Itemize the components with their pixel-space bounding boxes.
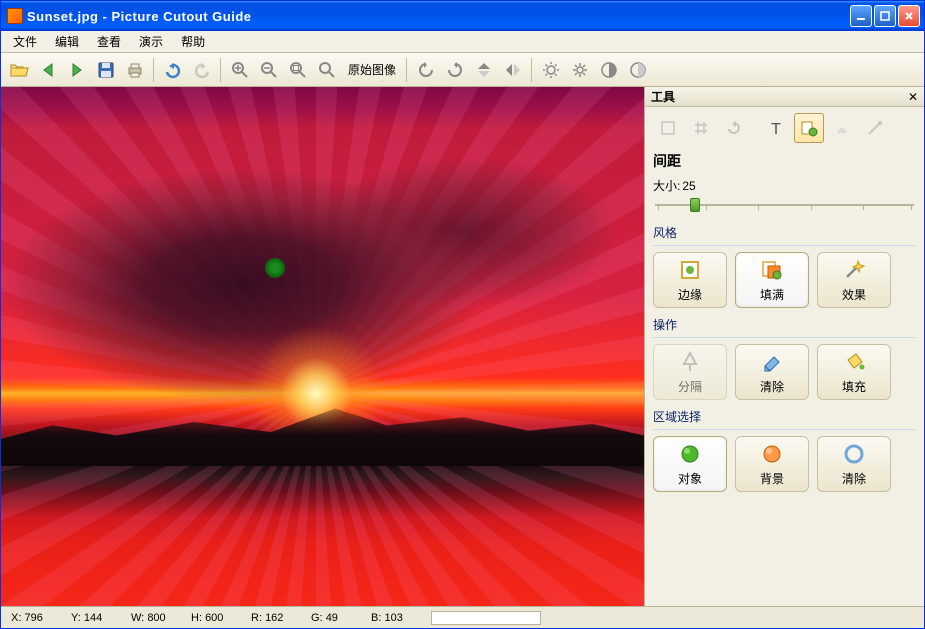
panel-toolbar: T — [653, 113, 916, 143]
titlebar: Sunset.jpg - Picture Cutout Guide — [1, 1, 924, 31]
style-group-label: 风格 — [653, 224, 916, 241]
style-edge-button[interactable]: 边缘 — [653, 252, 727, 308]
tool-crop-icon[interactable] — [653, 113, 683, 143]
toolbar: 原始图像 — [1, 53, 924, 87]
style-fill-label: 填满 — [760, 286, 784, 303]
panel-title-label: 工具 — [651, 88, 675, 105]
size-slider[interactable] — [653, 196, 916, 214]
status-progress — [431, 611, 541, 625]
tools-panel: 工具 ✕ T 间距 大小: 25 — [644, 87, 924, 606]
tool-undo-icon[interactable] — [719, 113, 749, 143]
style-edge-label: 边缘 — [678, 286, 702, 303]
op-clear-button[interactable]: 清除 — [735, 344, 809, 400]
op-clear-label: 清除 — [760, 378, 784, 395]
statusbar: X: 796 Y: 144 W: 800 H: 600 R: 162 G: 49… — [1, 606, 924, 628]
status-r: R: 162 — [241, 612, 301, 624]
menu-file[interactable]: 文件 — [5, 31, 45, 52]
object-icon — [678, 442, 702, 466]
contrast-half-button[interactable] — [624, 56, 652, 84]
rotate-ccw-button[interactable] — [412, 56, 440, 84]
app-icon — [7, 8, 23, 24]
size-row: 大小: 25 — [653, 177, 916, 194]
status-y: Y: 144 — [61, 612, 121, 624]
settings-button[interactable] — [566, 56, 594, 84]
svg-text:T: T — [771, 121, 781, 138]
flip-horizontal-button[interactable] — [499, 56, 527, 84]
zoom-fit-button[interactable] — [284, 56, 312, 84]
close-button[interactable] — [898, 5, 920, 27]
zoom-out-button[interactable] — [255, 56, 283, 84]
rotate-cw-button[interactable] — [441, 56, 469, 84]
region-background-button[interactable]: 背景 — [735, 436, 809, 492]
flip-vertical-button[interactable] — [470, 56, 498, 84]
fill-icon — [760, 258, 784, 282]
menu-help[interactable]: 帮助 — [173, 31, 213, 52]
op-split-label: 分隔 — [678, 378, 702, 395]
zoom-in-button[interactable] — [226, 56, 254, 84]
style-effect-button[interactable]: 效果 — [817, 252, 891, 308]
style-effect-label: 效果 — [842, 286, 866, 303]
slider-thumb[interactable] — [690, 198, 700, 212]
size-value: 25 — [682, 179, 695, 193]
operation-group-label: 操作 — [653, 316, 916, 333]
region-object-label: 对象 — [678, 470, 702, 487]
brightness-button[interactable] — [537, 56, 565, 84]
tool-paste-icon[interactable] — [794, 113, 824, 143]
prev-button[interactable] — [34, 56, 62, 84]
status-x: X: 796 — [1, 612, 61, 624]
op-fill-label: 填充 — [842, 378, 866, 395]
mountain-ridge — [1, 398, 644, 465]
tool-grid-icon[interactable] — [686, 113, 716, 143]
minimize-button[interactable] — [850, 5, 872, 27]
maximize-button[interactable] — [874, 5, 896, 27]
menu-demo[interactable]: 演示 — [131, 31, 171, 52]
next-button[interactable] — [63, 56, 91, 84]
effect-icon — [842, 258, 866, 282]
menu-edit[interactable]: 编辑 — [47, 31, 87, 52]
split-icon — [678, 350, 702, 374]
window-title: Sunset.jpg - Picture Cutout Guide — [27, 9, 850, 24]
clear-circle-icon — [842, 442, 866, 466]
panel-close-button[interactable]: ✕ — [908, 90, 918, 104]
op-split-button: 分隔 — [653, 344, 727, 400]
edge-icon — [678, 258, 702, 282]
open-button[interactable] — [5, 56, 33, 84]
region-clear-label: 清除 — [842, 470, 866, 487]
status-b: B: 103 — [361, 612, 421, 624]
region-group-label: 区域选择 — [653, 408, 916, 425]
canvas[interactable] — [1, 87, 644, 606]
status-w: W: 800 — [121, 612, 181, 624]
menubar: 文件 编辑 查看 演示 帮助 — [1, 31, 924, 53]
bucket-icon — [842, 350, 866, 374]
contrast-button[interactable] — [595, 56, 623, 84]
op-fill-button[interactable]: 填充 — [817, 344, 891, 400]
eraser-icon — [760, 350, 784, 374]
undo-button[interactable] — [159, 56, 187, 84]
background-icon — [760, 442, 784, 466]
status-h: H: 600 — [181, 612, 241, 624]
status-g: G: 49 — [301, 612, 361, 624]
panel-header: 工具 ✕ — [645, 87, 924, 107]
menu-view[interactable]: 查看 — [89, 31, 129, 52]
tool-wand-icon[interactable] — [860, 113, 890, 143]
app-window: Sunset.jpg - Picture Cutout Guide 文件 编辑 … — [0, 0, 925, 629]
save-button[interactable] — [92, 56, 120, 84]
zoom-actual-button[interactable] — [313, 56, 341, 84]
region-object-button[interactable]: 对象 — [653, 436, 727, 492]
redo-button[interactable] — [188, 56, 216, 84]
brush-marker — [265, 258, 285, 278]
tool-smudge-icon[interactable] — [827, 113, 857, 143]
size-label: 大小: — [653, 177, 680, 194]
region-clear-button[interactable]: 清除 — [817, 436, 891, 492]
spacing-title: 间距 — [653, 151, 916, 171]
style-fill-button[interactable]: 填满 — [735, 252, 809, 308]
main-row: 工具 ✕ T 间距 大小: 25 — [1, 87, 924, 606]
original-image-label[interactable]: 原始图像 — [342, 61, 402, 78]
tool-text-icon[interactable]: T — [761, 113, 791, 143]
region-background-label: 背景 — [760, 470, 784, 487]
print-button[interactable] — [121, 56, 149, 84]
